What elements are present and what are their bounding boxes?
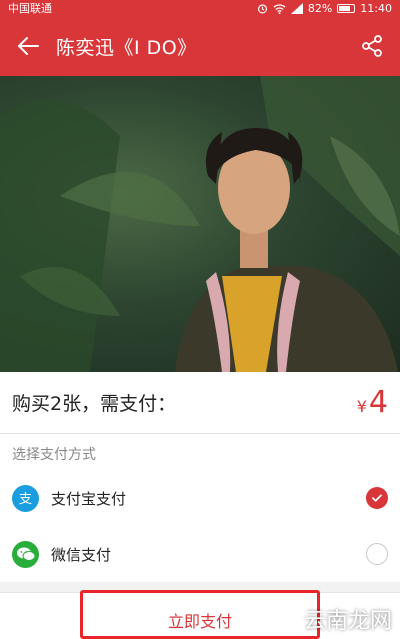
title-bar: 陈奕迅《I DO》 <box>0 16 400 76</box>
share-button[interactable] <box>344 16 400 76</box>
radio-selected[interactable] <box>366 487 388 509</box>
alipay-icon: 支 <box>12 484 39 512</box>
battery-percent: 82% <box>307 1 333 15</box>
page-title: 陈奕迅《I DO》 <box>56 36 197 59</box>
clock: 11:40 <box>360 1 392 15</box>
carrier-label: 中国联通 <box>8 2 52 15</box>
pay-now-button[interactable]: 立即支付 <box>80 590 320 639</box>
wifi-icon <box>273 3 286 14</box>
watermark-logo: 云南龙网 <box>303 609 392 634</box>
payment-option-label: 支付宝支付 <box>51 489 127 508</box>
signal-icon <box>290 2 303 14</box>
status-icons: 82% 11:40 <box>257 2 392 15</box>
price-amount: 4 <box>368 385 388 420</box>
share-icon <box>362 35 382 57</box>
payment-option-alipay[interactable]: 支 支付宝支付 <box>0 470 400 526</box>
artist-photo-illustration <box>0 76 400 372</box>
price-display: ¥ 4 <box>357 385 388 420</box>
currency-symbol: ¥ <box>356 397 367 416</box>
wechat-icon <box>12 540 39 568</box>
svg-text:支: 支 <box>19 491 32 507</box>
checkmark-icon <box>372 494 382 502</box>
payment-section-title: 选择支付方式 <box>0 434 400 470</box>
payment-option-wechat[interactable]: 微信支付 <box>0 526 400 582</box>
battery-icon <box>337 3 356 13</box>
purchase-label: 购买2张，需支付： <box>12 393 177 415</box>
arrow-left-icon <box>18 37 39 55</box>
radio-unselected[interactable] <box>366 543 388 565</box>
back-button[interactable] <box>0 16 56 76</box>
artist-photo <box>0 76 400 372</box>
purchase-summary: 购买2张，需支付： ¥ 4 <box>0 372 400 434</box>
status-bar: 中国联通 82% 11:40 <box>0 0 400 16</box>
alarm-icon <box>257 3 267 13</box>
payment-option-label: 微信支付 <box>51 545 112 564</box>
